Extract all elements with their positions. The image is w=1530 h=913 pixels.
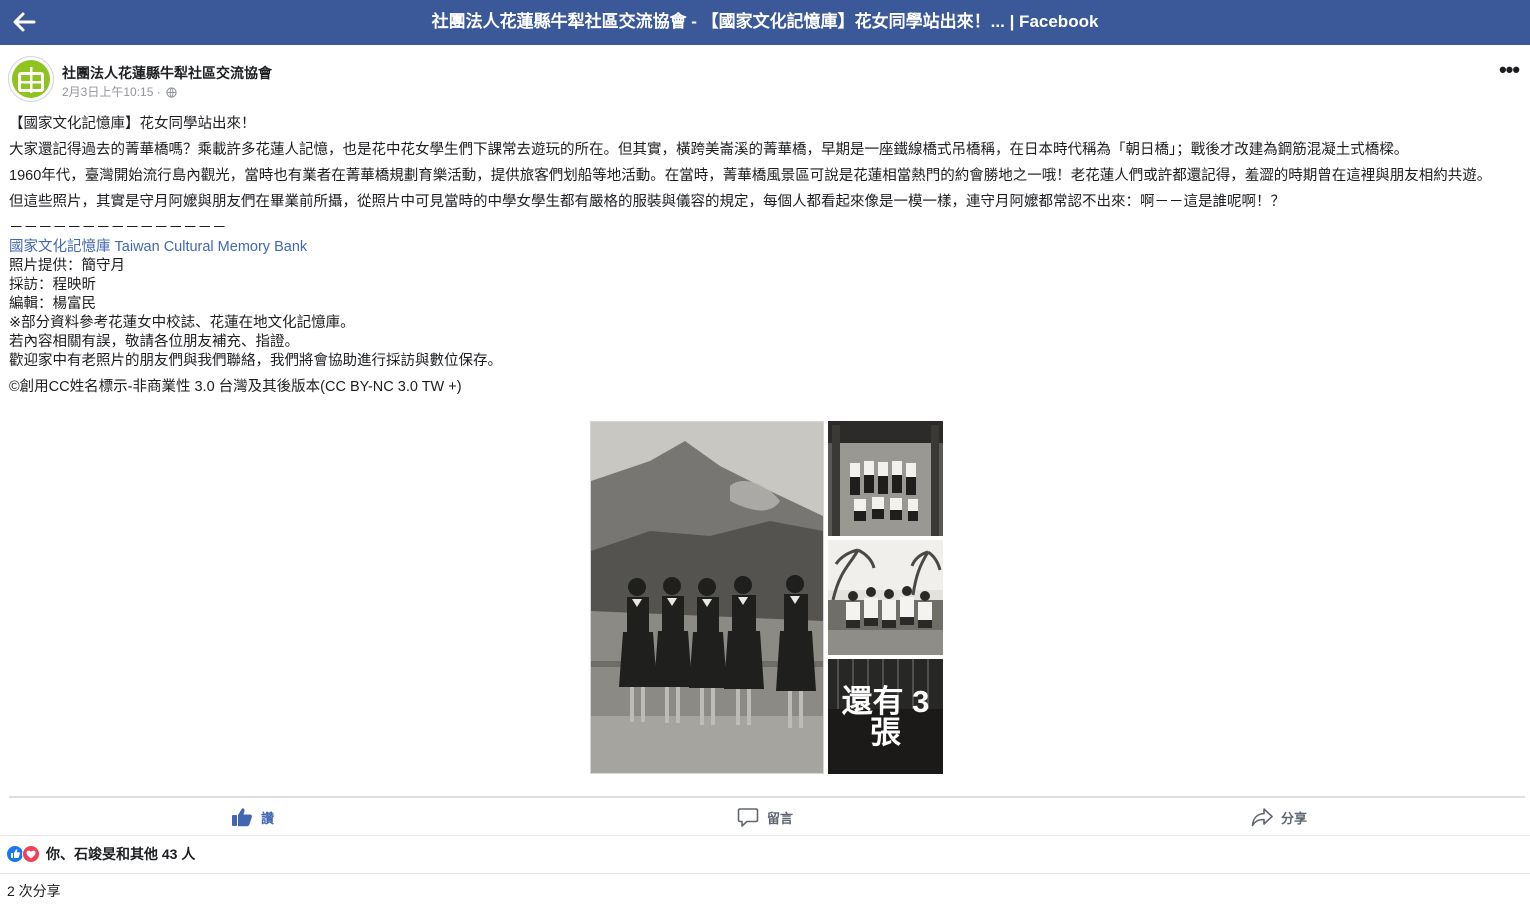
divider — [0, 873, 1530, 874]
photo-main[interactable] — [590, 421, 824, 774]
back-arrow-icon[interactable] — [8, 6, 40, 38]
post-paragraph: 【國家文化記憶庫】花女同學站出來！ — [9, 116, 256, 132]
memory-bank-link[interactable]: 國家文化記憶庫 Taiwan Cultural Memory Bank — [9, 239, 307, 255]
license-text: ©創用CC姓名標示-非商業性 3.0 台灣及其後版本(CC BY-NC 3.0 … — [9, 379, 462, 395]
thumbs-up-icon — [232, 808, 252, 827]
love-reaction-icon — [22, 845, 40, 863]
credit-line: ※部分資料參考花蓮女中校誌、花蓮在地文化記憶庫。 — [9, 315, 355, 331]
post-time[interactable]: 2月3日上午10:15 · — [62, 85, 164, 99]
credit-line: 照片提供：簡守月 — [9, 258, 125, 274]
reactions-text: 你、石竣旻和其他 43 人 — [46, 846, 196, 862]
top-bar: 社團法人花蓮縣牛犁社區交流協會 - 【國家文化記憶庫】花女同學站出來！... |… — [0, 0, 1530, 45]
globe-icon — [166, 87, 177, 101]
like-button[interactable]: 讚 — [231, 804, 274, 830]
page-avatar[interactable] — [8, 56, 54, 102]
separator-line: －－－－－－－－－－－－－－－ — [9, 220, 227, 236]
photo-gallery: 還有 3 張 — [590, 421, 943, 774]
action-bar: 讚 留言 分享 — [9, 798, 1525, 834]
shares-count[interactable]: 2 次分享 — [7, 881, 61, 901]
comment-icon — [737, 808, 759, 827]
share-button[interactable]: 分享 — [1251, 804, 1307, 830]
comment-button[interactable]: 留言 — [737, 804, 793, 830]
divider — [0, 835, 1530, 836]
share-label: 分享 — [1281, 810, 1308, 826]
share-icon — [1251, 808, 1273, 827]
reactions-summary[interactable]: 你、石竣旻和其他 43 人 — [6, 843, 195, 865]
credits: 國家文化記憶庫 Taiwan Cultural Memory Bank 照片提供… — [9, 238, 1521, 371]
post-paragraph: 但這些照片，其實是守月阿嬤與朋友們在畢業前所攝，從照片中可見當時的中學女學生都有… — [9, 194, 1285, 210]
credit-line: 若內容相關有誤，敬請各位朋友補充、指證。 — [9, 334, 299, 350]
comment-label: 留言 — [767, 810, 794, 826]
post-paragraph: 大家還記得過去的菁華橋嗎？乘載許多花蓮人記憶，也是花中花女學生們下課常去遊玩的所… — [9, 142, 1409, 158]
credit-line: 歡迎家中有老照片的朋友們與我們聯絡，我們將會協助進行採訪與數位保存。 — [9, 353, 502, 369]
post-author[interactable]: 社團法人花蓮縣牛犁社區交流協會 — [62, 63, 272, 83]
post-paragraph: 1960年代，臺灣開始流行島內觀光，當時也有業者在菁華橋規劃育樂活動，提供旅客們… — [9, 168, 1492, 184]
credit-line: 編輯：楊富民 — [9, 296, 96, 312]
credit-line: 採訪：程映昕 — [9, 277, 96, 293]
like-label: 讚 — [261, 810, 275, 826]
post-meta: 2月3日上午10:15 · — [62, 83, 177, 101]
more-options-icon[interactable]: ••• — [1496, 59, 1522, 86]
photo-thumbnail[interactable] — [828, 540, 943, 655]
post-header: 社團法人花蓮縣牛犁社區交流協會 2月3日上午10:15 · ••• — [8, 56, 1522, 104]
page-title: 社團法人花蓮縣牛犁社區交流協會 - 【國家文化記憶庫】花女同學站出來！... |… — [431, 12, 1099, 31]
photo-thumbnail[interactable] — [828, 421, 943, 536]
photo-more-thumbnail[interactable]: 還有 3 張 — [828, 659, 943, 774]
post-text: 【國家文化記憶庫】花女同學站出來！ 大家還記得過去的菁華橋嗎？乘載許多花蓮人記憶… — [9, 114, 1521, 397]
